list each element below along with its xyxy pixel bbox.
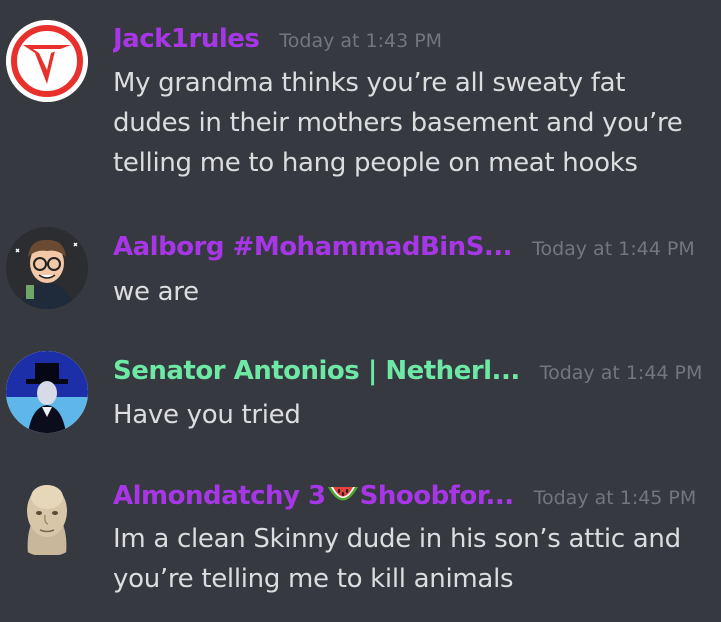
timestamp: Today at 1:43 PM [279,30,443,52]
username-suffix: Shoobfor... [359,481,514,511]
red-v-logo-icon [6,20,88,102]
timestamp: Today at 1:44 PM [532,238,695,260]
timestamp: Today at 1:44 PM [539,362,703,384]
cartoon-glasses-man-icon [6,227,88,309]
message-content: My grandma thinks you’re all sweaty fat … [113,68,683,178]
avatar[interactable] [6,20,88,102]
message-content: we are [113,277,199,307]
username[interactable]: Almondatchy 3 Shoobfor... [113,481,514,511]
username[interactable]: Aalborg #MohammadBinS... [113,232,512,262]
username-prefix: Almondatchy 3 [113,481,326,511]
username[interactable]: Jack1rules [113,24,259,54]
timestamp: Today at 1:45 PM [533,487,697,509]
username[interactable]: Senator Antonios | Netherl... [113,356,520,386]
avatar[interactable] [6,475,88,557]
avatar[interactable] [6,351,88,433]
watermelon-icon [327,487,358,501]
message-content: Have you tried [113,400,301,430]
message-content: Im a clean Skinny dude in his son’s atti… [113,524,681,594]
meme-man-face-icon [6,475,88,557]
man-in-hat-photo-icon [6,351,88,433]
avatar[interactable] [6,227,88,309]
